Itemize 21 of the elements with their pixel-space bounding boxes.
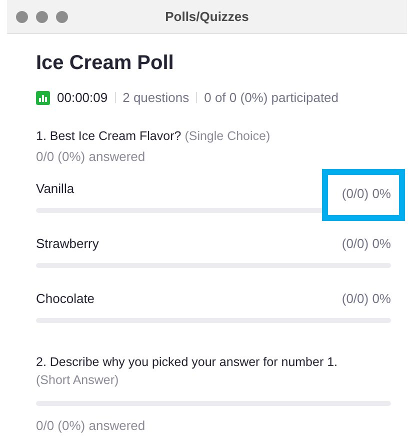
option-result: (0/0) 0% [322, 169, 405, 221]
answered-count: 0/0 (0%) answered [36, 418, 146, 433]
close-window-button[interactable] [16, 10, 28, 22]
option-label: Strawberry [36, 236, 99, 250]
participation-summary: 0 of 0 (0%) participated [204, 90, 339, 105]
question-text: 2. Describe why you picked your answer for number 1. [36, 355, 338, 369]
minimize-window-button[interactable] [36, 10, 48, 22]
option-label: Vanilla [36, 180, 74, 196]
option-result: (0/0) 0% [342, 290, 391, 306]
option-label: Chocolate [36, 290, 95, 306]
option-result: (0/0) 0% [342, 236, 391, 250]
answered-count: 0/0 (0%) answered [36, 149, 146, 164]
question-type: (Single Choice) [184, 129, 270, 143]
poll-timer: 00:00:09 [57, 90, 108, 105]
bar-chart-icon [36, 90, 50, 104]
question-count: 2 questions [122, 90, 190, 105]
window-title: Polls/Quizzes [164, 9, 250, 24]
poll-title: Ice Cream Poll [36, 51, 175, 76]
zoom-window-button[interactable] [56, 10, 68, 22]
question-text: 1. Best Ice Cream Flavor? [36, 129, 182, 143]
question-type: (Short Answer) [36, 373, 119, 387]
